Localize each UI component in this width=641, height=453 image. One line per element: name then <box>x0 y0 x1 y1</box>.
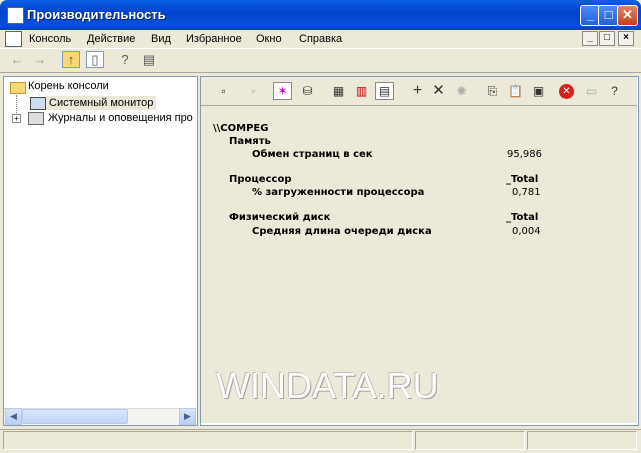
show-tree-icon[interactable]: ▯ <box>86 51 104 68</box>
scroll-right-icon[interactable]: ▶ <box>179 408 196 425</box>
freeze-display-icon[interactable]: ✕ <box>559 84 574 99</box>
properties-icon[interactable]: ▣ <box>529 82 548 100</box>
child-close-button[interactable]: × <box>618 31 634 46</box>
highlight-icon[interactable]: ✺ <box>452 82 471 100</box>
view-current-activity-icon[interactable]: ✶ <box>273 82 292 100</box>
computer-name: \\COMPEG <box>213 123 269 134</box>
counter-pages-per-sec: Обмен страниц в сек <box>252 149 373 160</box>
value-processor-time: 0,781 <box>512 187 541 198</box>
maximize-button[interactable]: □ <box>598 5 619 26</box>
app-icon <box>7 7 24 24</box>
scroll-thumb[interactable] <box>22 409 128 424</box>
menu-view[interactable]: Вид <box>151 30 171 48</box>
console-tree[interactable] <box>3 76 198 426</box>
status-segment-2 <box>415 431 525 450</box>
menu-console[interactable]: Консоль <box>29 30 71 48</box>
instance-processor-total: _Total <box>506 174 539 185</box>
menu-action[interactable]: Действие <box>87 30 135 48</box>
child-restore-button[interactable]: □ <box>599 31 615 46</box>
update-data-icon[interactable]: ▭ <box>582 82 601 100</box>
copy-properties-icon[interactable]: ⎘ <box>483 82 502 100</box>
close-button[interactable]: ✕ <box>617 5 638 26</box>
folder-icon <box>10 82 26 94</box>
add-counter-icon[interactable]: + <box>408 82 427 100</box>
view-graph-icon[interactable]: ▦ <box>329 82 348 100</box>
up-folder-icon[interactable]: ↑ <box>62 51 80 68</box>
watermark: WINDATA.RU <box>216 365 439 406</box>
counter-processor-time: % загруженности процессора <box>252 187 425 198</box>
menu-favorites[interactable]: Избранное <box>186 30 242 48</box>
menu-help[interactable]: Справка <box>299 30 342 48</box>
view-report-icon[interactable]: ▤ <box>375 82 394 100</box>
object-processor: Процессор <box>229 174 292 185</box>
object-memory: Память <box>229 136 271 147</box>
status-segment-3 <box>527 431 637 450</box>
logs-icon <box>28 112 44 125</box>
scroll-left-icon[interactable]: ◀ <box>5 408 22 425</box>
view-log-data-icon[interactable]: ⛁ <box>298 82 317 100</box>
help-icon[interactable]: ? <box>605 82 624 100</box>
forward-arrow-icon[interactable]: → <box>31 51 49 68</box>
console-icon[interactable] <box>5 31 22 47</box>
child-minimize-button[interactable]: _ <box>582 31 598 46</box>
delete-counter-icon[interactable]: ✕ <box>429 82 448 100</box>
tree-item-logs-alerts[interactable]: Журналы и оповещения про <box>48 112 194 124</box>
status-segment-main <box>3 431 413 450</box>
instance-disk-total: _Total <box>506 212 539 223</box>
new-counter-set-icon[interactable]: ▫ <box>214 82 233 100</box>
object-physical-disk: Физический диск <box>229 212 331 223</box>
help-icon[interactable]: ? <box>116 51 134 68</box>
clear-display-icon[interactable]: ▫ <box>244 82 263 100</box>
menu-window[interactable]: Окно <box>256 30 282 48</box>
tree-item-system-monitor[interactable]: Системный монитор <box>46 96 157 110</box>
tree-expander[interactable]: + <box>12 114 21 123</box>
tree-root[interactable]: Корень консоли <box>28 80 109 92</box>
properties-icon[interactable]: ▤ <box>140 51 158 68</box>
paste-counter-list-icon[interactable]: 📋 <box>506 82 525 100</box>
window-title: Производительность <box>27 7 166 22</box>
view-histogram-icon[interactable]: ▥ <box>352 82 371 100</box>
value-disk-queue: 0,004 <box>512 226 541 237</box>
monitor-icon <box>30 97 46 110</box>
value-pages-per-sec: 95,986 <box>507 149 542 160</box>
back-arrow-icon[interactable]: ← <box>8 51 26 68</box>
counter-disk-queue: Средняя длина очереди диска <box>252 226 432 237</box>
